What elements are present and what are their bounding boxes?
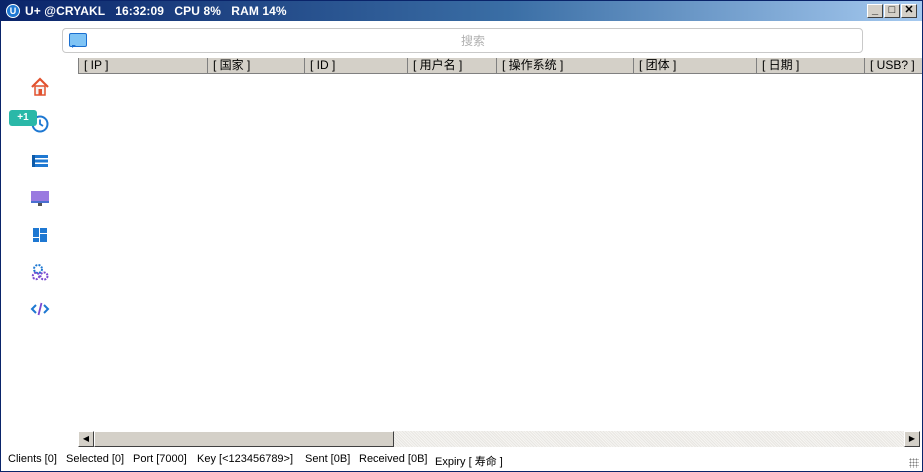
app-icon: U bbox=[6, 4, 20, 18]
scroll-right-button[interactable]: ▶ bbox=[904, 431, 920, 447]
status-selected: Selected [0] bbox=[66, 453, 125, 465]
close-button[interactable]: ✕ bbox=[901, 4, 917, 18]
search-box[interactable] bbox=[62, 28, 863, 53]
column-header-username[interactable]: [ 用户名 ] bbox=[407, 58, 496, 73]
status-received: Received [0B] bbox=[359, 453, 428, 465]
dashboard-icon bbox=[33, 228, 47, 242]
status-clients: Clients [0] bbox=[8, 453, 57, 465]
sidebar-item-code[interactable] bbox=[29, 298, 51, 320]
app-window: U U+ @CRYAKL 16:32:09 CPU 8% RAM 14% _ □… bbox=[0, 0, 923, 472]
status-expiry: Expiry [ 寿命 ] bbox=[435, 456, 503, 468]
status-sent: Sent [0B] bbox=[305, 453, 351, 465]
maximize-button[interactable]: □ bbox=[884, 4, 900, 18]
scroll-thumb[interactable] bbox=[94, 431, 394, 447]
window-title: U+ @CRYAKL 16:32:09 CPU 8% RAM 14% bbox=[25, 4, 287, 18]
gears-icon bbox=[31, 264, 49, 281]
list-icon bbox=[32, 155, 48, 167]
status-bar: Clients [0] Selected [0] Port [7000] Key… bbox=[1, 450, 922, 471]
resize-grip[interactable] bbox=[909, 458, 919, 468]
sidebar-item-home[interactable] bbox=[29, 76, 51, 98]
column-header-country[interactable]: [ 国家 ] bbox=[207, 58, 304, 73]
column-header-date[interactable]: [ 日期 ] bbox=[756, 58, 864, 73]
search-input[interactable] bbox=[91, 31, 855, 51]
scroll-left-button[interactable]: ◀ bbox=[78, 431, 94, 447]
sidebar-item-monitor[interactable] bbox=[29, 187, 51, 209]
status-port: Port [7000] bbox=[133, 453, 187, 465]
chat-bubble-icon bbox=[69, 33, 87, 48]
horizontal-scrollbar[interactable]: ◀ ▶ bbox=[78, 431, 920, 447]
status-key: Key [<123456789>] bbox=[197, 453, 294, 465]
monitor-icon bbox=[31, 191, 49, 206]
column-header-id[interactable]: [ ID ] bbox=[304, 58, 407, 73]
column-header-os[interactable]: [ 操作系统 ] bbox=[496, 58, 633, 73]
sidebar-item-list[interactable] bbox=[29, 150, 51, 172]
code-icon bbox=[30, 302, 50, 316]
column-header-ip[interactable]: [ IP ] bbox=[78, 58, 207, 73]
column-header-usb[interactable]: [ USB? ] bbox=[864, 58, 922, 73]
title-bar[interactable]: U U+ @CRYAKL 16:32:09 CPU 8% RAM 14% _ □… bbox=[1, 1, 922, 21]
sidebar-item-dashboard[interactable] bbox=[29, 224, 51, 246]
table-header: [ IP ] [ 国家 ] [ ID ] [ 用户名 ] [ 操作系统 ] [ … bbox=[78, 58, 922, 74]
sidebar-item-settings[interactable] bbox=[29, 261, 51, 283]
home-icon bbox=[31, 77, 49, 96]
notification-badge[interactable]: +1 bbox=[9, 110, 37, 126]
minimize-button[interactable]: _ bbox=[867, 4, 883, 18]
column-header-group[interactable]: [ 团体 ] bbox=[633, 58, 756, 73]
